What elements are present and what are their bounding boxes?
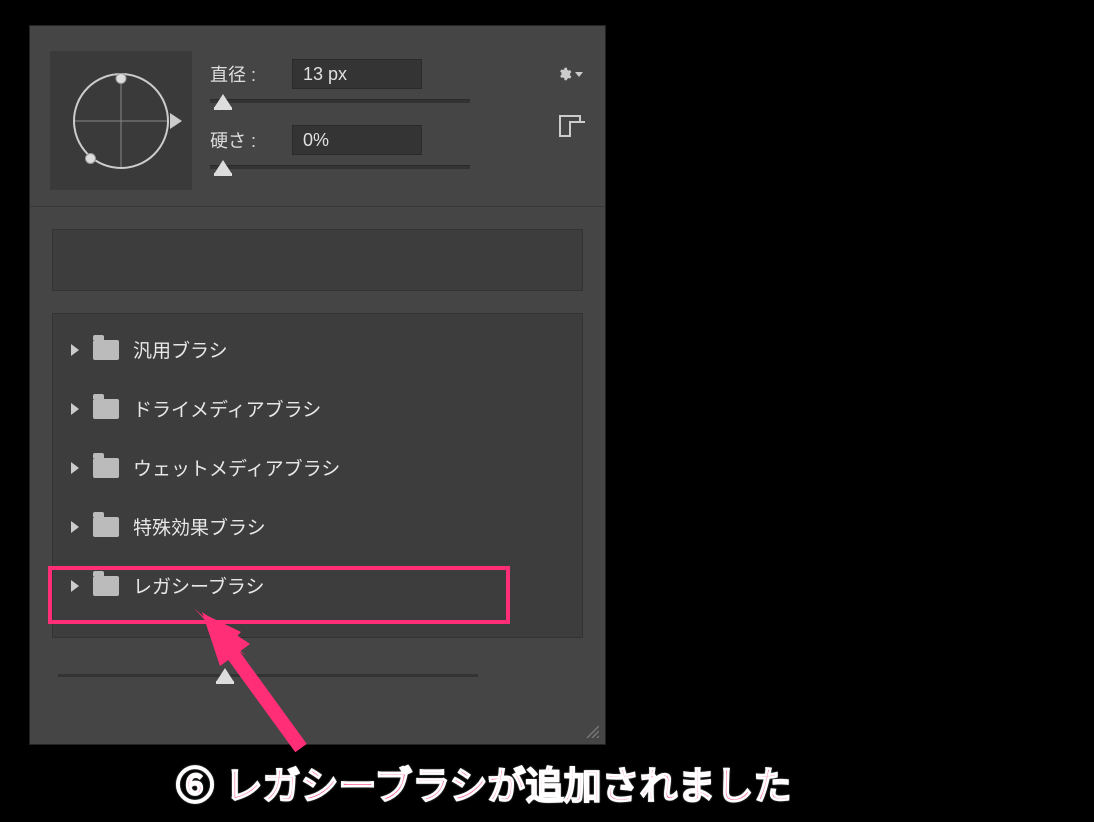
folder-dry-media-brushes[interactable]: ドライメディアブラシ xyxy=(53,379,582,438)
brush-settings-section: 直径 : 硬さ : xyxy=(30,26,605,207)
folder-label: ウェットメディアブラシ xyxy=(133,454,340,481)
hardness-label: 硬さ : xyxy=(210,127,280,153)
folder-label: 汎用ブラシ xyxy=(133,336,228,363)
folder-label: 特殊効果ブラシ xyxy=(133,513,266,540)
brush-angle-preview[interactable] xyxy=(50,51,192,190)
folder-icon xyxy=(93,458,119,478)
brush-stroke-section xyxy=(30,207,605,299)
chevron-right-icon xyxy=(71,580,79,592)
thumbnail-size-thumb[interactable] xyxy=(216,668,234,682)
hardness-row: 硬さ : xyxy=(210,125,585,155)
folder-wet-media-brushes[interactable]: ウェットメディアブラシ xyxy=(53,438,582,497)
folder-icon xyxy=(93,340,119,360)
size-row: 直径 : xyxy=(210,59,585,89)
size-slider[interactable] xyxy=(210,99,470,103)
thumbnail-size-slider[interactable] xyxy=(58,674,478,677)
hardness-slider-thumb[interactable] xyxy=(214,160,232,174)
gear-icon xyxy=(557,64,572,84)
chevron-right-icon xyxy=(71,462,79,474)
size-input[interactable] xyxy=(292,59,422,89)
brush-stroke-preview[interactable] xyxy=(52,229,583,291)
chevron-right-icon xyxy=(71,403,79,415)
resize-grip-icon xyxy=(583,722,599,738)
folder-label: レガシーブラシ xyxy=(133,572,264,599)
annotation-caption: ⑥ レガシーブラシが追加されました xyxy=(176,755,792,810)
size-label: 直径 : xyxy=(210,61,280,87)
chevron-down-icon xyxy=(575,72,583,77)
hardness-slider[interactable] xyxy=(210,165,470,169)
folder-icon xyxy=(93,517,119,537)
folder-special-effects-brushes[interactable]: 特殊効果ブラシ xyxy=(53,497,582,556)
chevron-right-icon xyxy=(71,521,79,533)
handle-top[interactable] xyxy=(116,73,127,84)
brush-folders-list: 汎用ブラシ ドライメディアブラシ ウェットメディアブラシ 特殊効果ブラシ レガシ… xyxy=(52,313,583,638)
handle-bottom[interactable] xyxy=(85,153,96,164)
angle-arrow-icon[interactable] xyxy=(170,113,182,129)
size-slider-thumb[interactable] xyxy=(214,94,232,108)
folder-general-brushes[interactable]: 汎用ブラシ xyxy=(53,320,582,379)
panel-icon-stack xyxy=(557,61,583,137)
folder-label: ドライメディアブラシ xyxy=(133,395,321,422)
panel-menu-button[interactable] xyxy=(557,61,583,87)
bottom-slider-area xyxy=(30,638,605,677)
controls-column: 直径 : 硬さ : xyxy=(210,51,585,191)
folder-legacy-brushes[interactable]: レガシーブラシ xyxy=(53,556,582,615)
folder-icon xyxy=(93,576,119,596)
folder-icon xyxy=(93,399,119,419)
chevron-right-icon xyxy=(71,344,79,356)
panel-resize-grip[interactable] xyxy=(583,722,599,738)
brush-panel: 直径 : 硬さ : xyxy=(29,25,606,745)
new-brush-preset-button[interactable] xyxy=(559,115,581,137)
hardness-input[interactable] xyxy=(292,125,422,155)
